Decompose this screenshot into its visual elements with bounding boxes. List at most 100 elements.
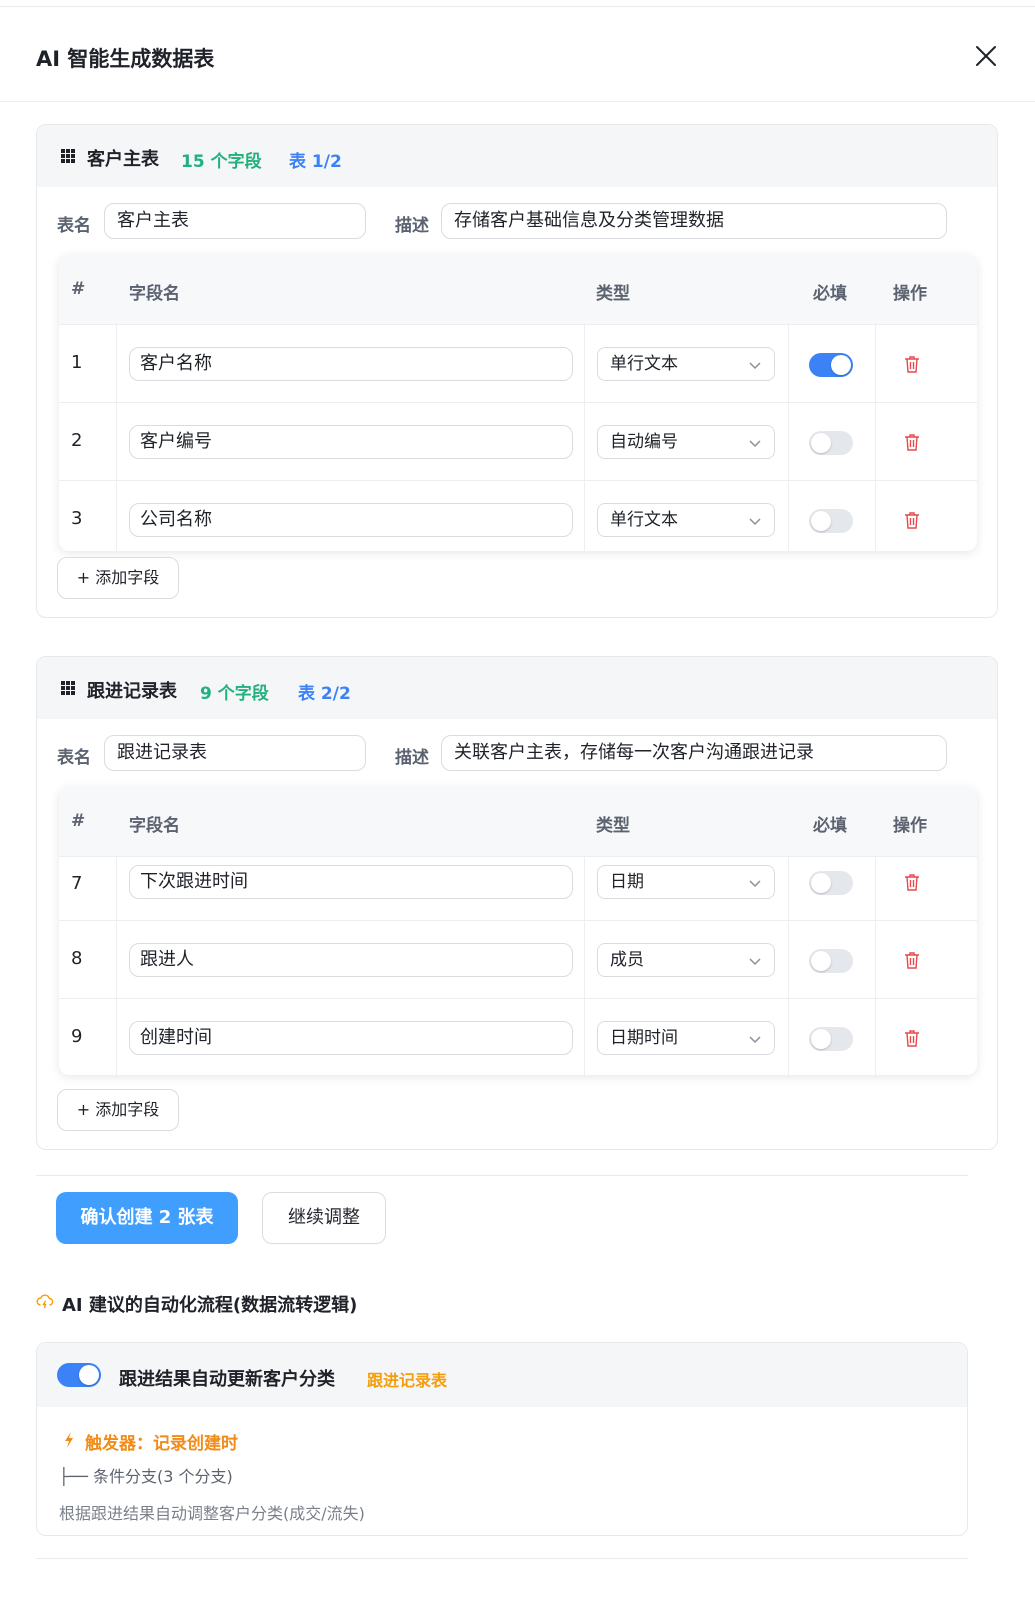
chevron-down-icon (749, 440, 761, 448)
field-type-select[interactable]: 日期 (597, 865, 775, 899)
col-header-required: 必填 (813, 816, 847, 836)
field-name-input[interactable]: 创建时间 (129, 1021, 573, 1055)
chevron-down-icon (749, 958, 761, 966)
table-name-label: 表名 (57, 748, 91, 768)
table-header-row: # 字段名 类型 必填 操作 (59, 787, 977, 857)
field-type-value: 日期 (610, 872, 644, 892)
flow-title: 跟进结果自动更新客户分类 (119, 1369, 335, 1390)
field-type-value: 成员 (610, 950, 644, 970)
required-toggle[interactable] (809, 353, 853, 377)
field-count-badge: 15 个字段 (181, 152, 262, 172)
table-meta-row: 表名 跟进记录表 描述 关联客户主表，存储每一次客户沟通跟进记录 (37, 735, 997, 771)
row-number: 8 (71, 948, 83, 969)
table-card-header: 客户主表 15 个字段 表 1/2 (37, 125, 997, 187)
row-number: 1 (71, 352, 83, 373)
confirm-create-button[interactable]: 确认创建 2 张表 (56, 1192, 238, 1244)
lightning-cloud-icon (36, 1294, 54, 1309)
table-desc-input[interactable]: 关联客户主表，存储每一次客户沟通跟进记录 (441, 735, 947, 771)
table-row: 9 创建时间 日期时间 (59, 999, 977, 1075)
add-field-button[interactable]: + 添加字段 (57, 1089, 179, 1131)
required-toggle[interactable] (809, 949, 853, 973)
chevron-down-icon (749, 362, 761, 370)
trash-icon[interactable] (904, 355, 920, 373)
branch-label: ├── 条件分支(3 个分支) (59, 1467, 233, 1486)
field-name-input[interactable]: 客户编号 (129, 425, 573, 459)
field-type-value: 日期时间 (610, 1028, 678, 1048)
trash-icon[interactable] (904, 433, 920, 451)
field-name-input[interactable]: 跟进人 (129, 943, 573, 977)
flow-table-badge: 跟进记录表 (367, 1371, 448, 1390)
table-row: 3 公司名称 单行文本 (59, 481, 977, 551)
trash-icon[interactable] (904, 511, 920, 529)
fields-table: # 字段名 类型 必填 操作 7 下次跟进时间 日期 8 跟进人 成员 9 创建… (59, 787, 977, 1075)
col-header-type: 类型 (596, 284, 630, 304)
field-name-input[interactable]: 公司名称 (129, 503, 573, 537)
automation-flow-card: 跟进结果自动更新客户分类 跟进记录表 触发器：记录创建时 ├── 条件分支(3 … (36, 1342, 968, 1536)
table-desc-label: 描述 (395, 216, 429, 236)
flow-enable-toggle[interactable] (57, 1363, 101, 1387)
col-header-name: 字段名 (129, 284, 180, 304)
table-title: 跟进记录表 (87, 681, 177, 702)
table-card-2: 跟进记录表 9 个字段 表 2/2 表名 跟进记录表 描述 关联客户主表，存储每… (36, 656, 998, 1150)
field-name-input[interactable]: 客户名称 (129, 347, 573, 381)
grid-icon (61, 149, 75, 163)
table-row: 8 跟进人 成员 (59, 921, 977, 999)
trash-icon[interactable] (904, 873, 920, 891)
table-index-badge: 表 2/2 (298, 684, 351, 704)
table-meta-row: 表名 客户主表 描述 存储客户基础信息及分类管理数据 (37, 203, 997, 239)
trash-icon[interactable] (904, 1029, 920, 1047)
table-desc-label: 描述 (395, 748, 429, 768)
chevron-down-icon (749, 518, 761, 526)
grid-icon (61, 681, 75, 695)
dialog-title: AI 智能生成数据表 (36, 47, 215, 71)
row-number: 2 (71, 430, 83, 451)
chevron-down-icon (749, 1036, 761, 1044)
field-type-select[interactable]: 自动编号 (597, 425, 775, 459)
required-toggle[interactable] (809, 431, 853, 455)
table-index-badge: 表 1/2 (289, 152, 342, 172)
field-type-value: 单行文本 (610, 354, 678, 374)
field-type-select[interactable]: 成员 (597, 943, 775, 977)
row-number: 3 (71, 508, 83, 529)
trash-icon[interactable] (904, 951, 920, 969)
col-header-action: 操作 (893, 284, 927, 304)
flow-description: 根据跟进结果自动调整客户分类(成交/流失) (59, 1504, 365, 1523)
chevron-down-icon (749, 880, 761, 888)
table-row: 2 客户编号 自动编号 (59, 403, 977, 481)
trigger-label: 触发器：记录创建时 (85, 1434, 238, 1454)
table-name-input[interactable]: 跟进记录表 (104, 735, 366, 771)
field-count-badge: 9 个字段 (200, 684, 269, 704)
field-type-select[interactable]: 单行文本 (597, 347, 775, 381)
table-name-label: 表名 (57, 216, 91, 236)
flow-card-header: 跟进结果自动更新客户分类 跟进记录表 (37, 1343, 967, 1407)
automation-section-title: AI 建议的自动化流程(数据流转逻辑) (62, 1295, 358, 1316)
table-row: 1 客户名称 单行文本 (59, 325, 977, 403)
dialog-header: AI 智能生成数据表 (0, 7, 1035, 102)
field-type-value: 自动编号 (610, 432, 678, 452)
required-toggle[interactable] (809, 871, 853, 895)
field-type-select[interactable]: 日期时间 (597, 1021, 775, 1055)
table-header-row: # 字段名 类型 必填 操作 (59, 255, 977, 325)
close-icon[interactable] (973, 43, 999, 69)
row-number: 7 (71, 873, 83, 894)
required-toggle[interactable] (809, 509, 853, 533)
required-toggle[interactable] (809, 1027, 853, 1051)
table-row: 7 下次跟进时间 日期 (59, 857, 977, 921)
col-header-action: 操作 (893, 816, 927, 836)
table-name-input[interactable]: 客户主表 (104, 203, 366, 239)
field-name-input[interactable]: 下次跟进时间 (129, 865, 573, 899)
col-header-num: # (71, 279, 86, 299)
continue-adjust-button[interactable]: 继续调整 (262, 1192, 386, 1244)
lightning-icon (65, 1432, 73, 1448)
table-desc-input[interactable]: 存储客户基础信息及分类管理数据 (441, 203, 947, 239)
table-card-header: 跟进记录表 9 个字段 表 2/2 (37, 657, 997, 719)
col-header-type: 类型 (596, 816, 630, 836)
col-header-required: 必填 (813, 284, 847, 304)
col-header-name: 字段名 (129, 816, 180, 836)
table-title: 客户主表 (87, 149, 159, 170)
field-type-select[interactable]: 单行文本 (597, 503, 775, 537)
add-field-button[interactable]: + 添加字段 (57, 557, 179, 599)
row-number: 9 (71, 1026, 83, 1047)
col-header-num: # (71, 811, 86, 831)
field-type-value: 单行文本 (610, 510, 678, 530)
